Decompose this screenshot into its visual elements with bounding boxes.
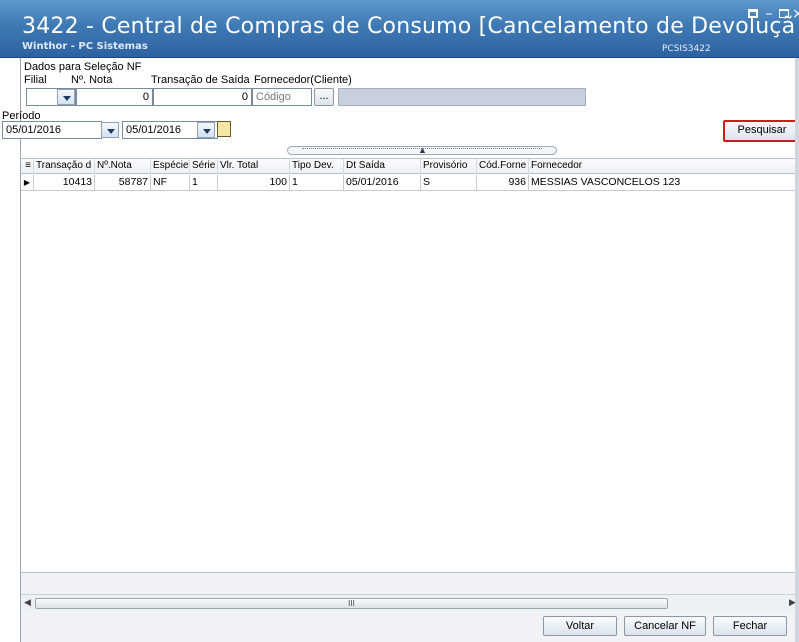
splitter-handle[interactable]: ▲ [287, 145, 557, 155]
voltar-button[interactable]: Voltar [543, 616, 617, 636]
search-button[interactable]: Pesquisar [723, 120, 799, 142]
fornecedor-label: Fornecedor(Cliente) [254, 74, 352, 86]
window-subtitle: Winthor - PC Sistemas [22, 41, 148, 52]
fechar-button[interactable]: Fechar [713, 616, 787, 636]
col-vlr-total[interactable]: Vlr. Total [218, 159, 290, 174]
transacao-label: Transação de Saída [151, 74, 250, 86]
grid-header: ≡ Transação d Nº.Nota Espécie Série Vlr.… [21, 159, 799, 174]
main-window: Dados para Seleção NF Filial Nº. Nota Tr… [2, 58, 799, 642]
filial-dropdown-icon[interactable] [57, 89, 75, 105]
selection-group-label: Dados para Seleção NF [24, 61, 142, 73]
col-nota[interactable]: Nº.Nota [95, 159, 151, 174]
date-start-dropdown-icon[interactable] [101, 122, 119, 138]
cell-serie[interactable]: 1 [190, 175, 218, 191]
col-dt-saida[interactable]: Dt Saída [344, 159, 421, 174]
cell-fornecedor[interactable]: MESSIAS VASCONCELOS 123 [529, 175, 799, 191]
table-row[interactable]: ▶ 10413 58787 NF 1 100 1 05/01/2016 S 93… [21, 175, 799, 191]
transacao-input[interactable]: 0 [153, 88, 252, 106]
col-especie[interactable]: Espécie [151, 159, 190, 174]
cell-tipo-dev[interactable]: 1 [290, 175, 344, 191]
date-end-dropdown-icon[interactable] [197, 122, 215, 138]
fornecedor-name-field [338, 88, 586, 106]
cell-vlr-total[interactable]: 100 [218, 175, 290, 191]
row-indicator-icon: ▶ [21, 175, 34, 191]
horizontal-scrollbar[interactable]: ◀ III ▶ [21, 594, 799, 611]
col-fornecedor[interactable]: Fornecedor [529, 159, 799, 174]
window-title: 3422 - Central de Compras de Consumo [Ca… [22, 14, 796, 39]
cancelar-nf-button[interactable]: Cancelar NF [624, 616, 706, 636]
nota-label: Nº. Nota [71, 74, 113, 86]
column-chooser-icon[interactable]: ≡ [21, 159, 34, 174]
title-bar: 3422 - Central de Compras de Consumo [Ca… [0, 0, 799, 58]
col-tipo-dev[interactable]: Tipo Dev. [290, 159, 344, 174]
bottom-toolbar: Voltar Cancelar NF Fechar [21, 611, 799, 642]
close-icon[interactable]: × [789, 6, 799, 22]
scroll-thumb[interactable]: III [35, 598, 668, 609]
scroll-left-icon[interactable]: ◀ [24, 597, 31, 608]
collapse-arrow-icon[interactable]: ▲ [418, 145, 427, 155]
results-grid: ≡ Transação d Nº.Nota Espécie Série Vlr.… [21, 158, 799, 576]
filial-label: Filial [24, 74, 47, 86]
col-provisorio[interactable]: Provisório [421, 159, 477, 174]
date-start-input[interactable]: 05/01/2016 [2, 121, 102, 139]
browse-fornecedor-button[interactable]: ... [314, 88, 334, 106]
nota-input[interactable]: 0 [76, 88, 153, 106]
cell-nota[interactable]: 58787 [95, 175, 151, 191]
cell-provisorio[interactable]: S [421, 175, 477, 191]
calendar-icon[interactable] [217, 121, 231, 137]
grid-footer [21, 572, 799, 594]
window-border [795, 58, 799, 642]
fornecedor-code-input[interactable]: Código [252, 88, 312, 106]
cell-dt-saida[interactable]: 05/01/2016 [344, 175, 421, 191]
col-cod-forne[interactable]: Cód.Forne [477, 159, 529, 174]
cell-especie[interactable]: NF [151, 175, 190, 191]
cell-cod-forne[interactable]: 936 [477, 175, 529, 191]
col-serie[interactable]: Série [190, 159, 218, 174]
program-code: PCSIS3422 [662, 44, 711, 54]
col-transacao[interactable]: Transação d [34, 159, 95, 174]
cell-transacao[interactable]: 10413 [34, 175, 95, 191]
